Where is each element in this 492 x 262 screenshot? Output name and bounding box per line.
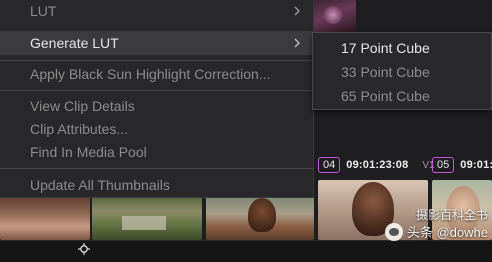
generate-lut-submenu: 17 Point Cube 33 Point Cube 65 Point Cub… xyxy=(312,32,492,110)
menu-item-label: Apply Black Sun Highlight Correction... xyxy=(30,66,271,82)
timeline-bottom-bar xyxy=(0,240,492,262)
clip-header-04: 04 09:01:23:08 V1 xyxy=(318,156,435,174)
submenu-item-33-point-cube[interactable]: 33 Point Cube xyxy=(313,61,491,83)
menu-item-label: Clip Attributes... xyxy=(30,121,129,137)
menu-item-generate-lut[interactable]: Generate LUT xyxy=(0,31,314,55)
menu-separator xyxy=(0,168,314,169)
menu-separator xyxy=(0,90,314,91)
clip-thumbnail-top[interactable] xyxy=(312,0,356,32)
submenu-item-label: 33 Point Cube xyxy=(341,64,430,80)
clip-thumbnail[interactable] xyxy=(92,196,202,240)
menu-item-lut[interactable]: LUT xyxy=(0,0,314,22)
clip-number-badge: 04 xyxy=(318,157,341,173)
submenu-item-65-point-cube[interactable]: 65 Point Cube xyxy=(313,85,491,107)
menu-separator xyxy=(0,60,314,61)
menu-item-label: Find In Media Pool xyxy=(30,144,147,160)
submenu-item-17-point-cube[interactable]: 17 Point Cube xyxy=(313,37,491,59)
context-menu: LUT Generate LUT Apply Black Sun Highlig… xyxy=(0,0,314,198)
wechat-logo-icon xyxy=(384,222,403,241)
menu-item-label: Generate LUT xyxy=(30,35,119,51)
menu-item-label: View Clip Details xyxy=(30,98,135,114)
clip-timecode: 09:01:23:08 xyxy=(346,159,409,171)
clip-header-05: 05 09:01:29 xyxy=(432,156,492,174)
menu-item-view-clip-details[interactable]: View Clip Details xyxy=(0,95,314,117)
menu-item-update-all-thumbnails[interactable]: Update All Thumbnails xyxy=(0,174,314,196)
clip-timecode: 09:01:29 xyxy=(460,159,492,171)
menu-item-clip-attributes[interactable]: Clip Attributes... xyxy=(0,118,314,140)
menu-item-find-in-media-pool[interactable]: Find In Media Pool xyxy=(0,141,314,163)
clip-thumbnail[interactable] xyxy=(0,196,90,240)
chevron-right-icon xyxy=(294,6,300,16)
crosshair-cursor-icon xyxy=(78,243,90,255)
watermark-overlay: 摄影百科全书 xyxy=(415,208,488,222)
clip-number-badge: 05 xyxy=(432,157,455,173)
clip-thumbnail[interactable] xyxy=(206,196,314,240)
submenu-item-label: 65 Point Cube xyxy=(341,88,430,104)
submenu-item-label: 17 Point Cube xyxy=(341,40,430,56)
menu-item-apply-black-sun[interactable]: Apply Black Sun Highlight Correction... xyxy=(0,63,314,85)
menu-item-label: Update All Thumbnails xyxy=(30,177,170,193)
watermark-text: 头条 @dowhe xyxy=(406,225,488,240)
menu-item-label: LUT xyxy=(30,3,57,19)
chevron-right-icon xyxy=(294,38,300,48)
watermark: 头条 @dowhe xyxy=(384,222,488,241)
